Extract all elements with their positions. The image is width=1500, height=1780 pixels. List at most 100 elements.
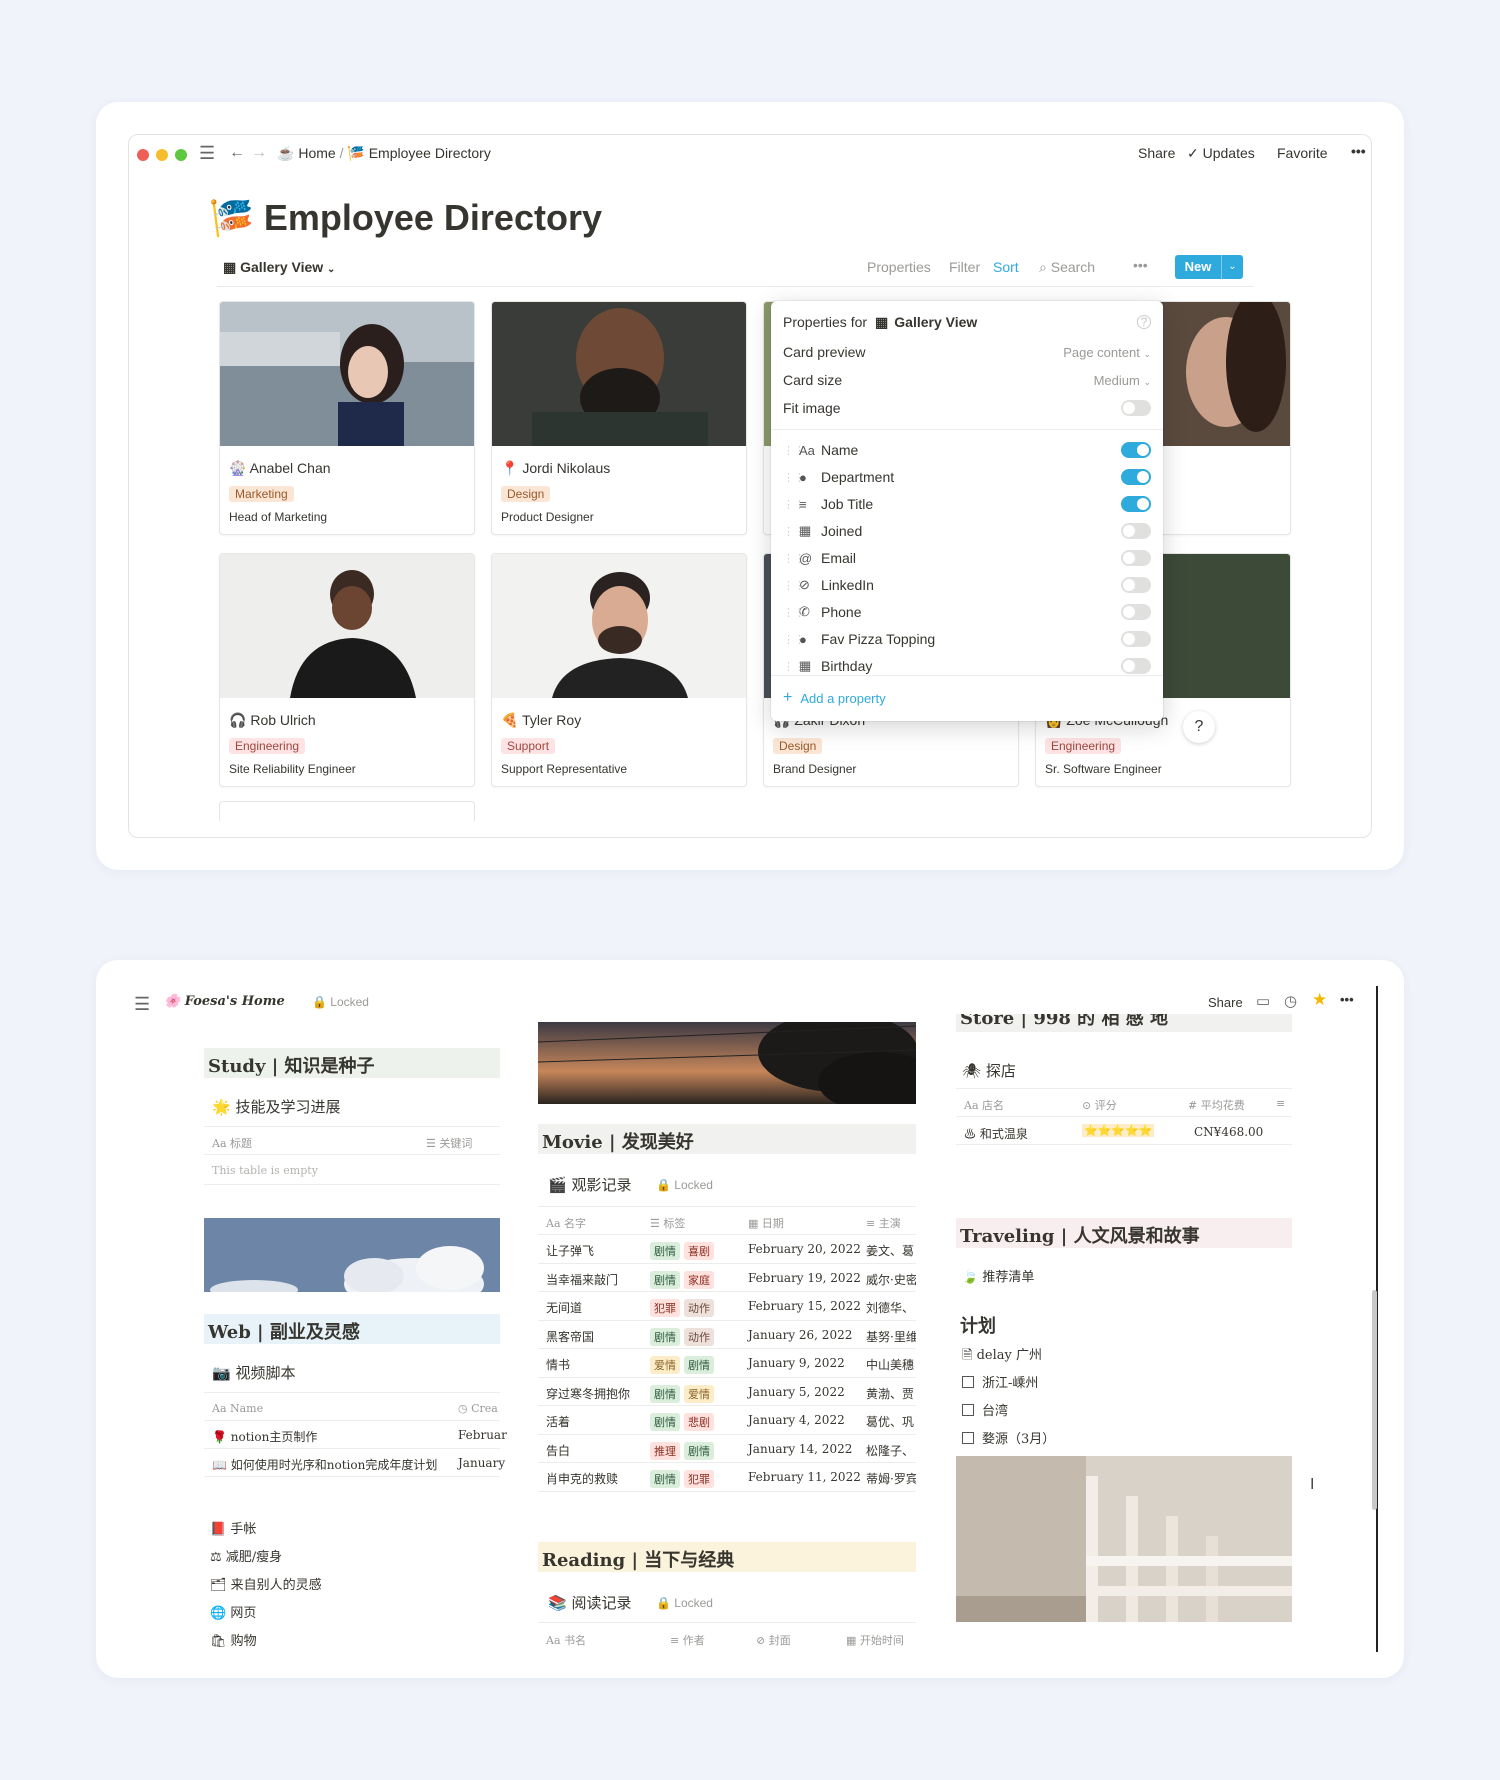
new-dropdown-chevron-icon[interactable]: ⌄ — [1221, 255, 1243, 279]
employee-card[interactable]: 🍕 Tyler Roy Support Support Representati… — [491, 553, 747, 787]
reading-col-title: Aa 书名 — [546, 1634, 586, 1647]
filter-button[interactable]: Filter — [949, 259, 980, 275]
property-visibility-toggle[interactable] — [1121, 442, 1151, 458]
property-visibility-toggle[interactable] — [1121, 631, 1151, 647]
menu-icon[interactable]: ☰ — [199, 143, 215, 164]
scrollbar[interactable] — [1372, 1290, 1377, 1510]
minimize-window-button[interactable] — [156, 149, 168, 161]
link-web[interactable]: 🌐 网页 — [210, 1602, 256, 1621]
link-shopping[interactable]: 🛍 购物 — [210, 1630, 257, 1649]
web-row-name[interactable]: 🌹 notion主页制作 — [212, 1428, 317, 1445]
drag-handle-icon[interactable]: ⋮⋮ — [783, 552, 805, 565]
link-notebook[interactable]: 📕 手帐 — [210, 1518, 256, 1537]
fit-image-row[interactable]: Fit image — [783, 395, 1151, 421]
plan-item-checkbox[interactable]: 浙江-嵊州 — [962, 1372, 1038, 1391]
maximize-window-button[interactable] — [175, 149, 187, 161]
property-visibility-toggle[interactable] — [1121, 469, 1151, 485]
employee-card[interactable]: 🎧 Rob Ulrich Engineering Site Reliabilit… — [219, 553, 475, 787]
movie-row-name[interactable]: 当幸福来敲门 — [546, 1271, 618, 1288]
employee-card[interactable]: 📍 Jordi Nikolaus Design Product Designer — [491, 301, 747, 535]
property-visibility-toggle[interactable] — [1121, 604, 1151, 620]
help-circle-icon[interactable]: ? — [1137, 315, 1151, 329]
card-size-row[interactable]: Card size Medium ⌄ — [783, 367, 1151, 393]
property-visibility-toggle[interactable] — [1121, 550, 1151, 566]
forward-arrow-icon[interactable]: → — [251, 144, 267, 162]
link-fitness[interactable]: ⚖ 减肥/瘦身 — [210, 1546, 282, 1565]
movie-row-name[interactable]: 情书 — [546, 1356, 570, 1373]
reading-database-title[interactable]: 📚 阅读记录 — [548, 1592, 631, 1613]
more-options-button[interactable]: ••• — [1340, 992, 1354, 1007]
checkbox-icon[interactable] — [962, 1432, 974, 1444]
property-visibility-toggle[interactable] — [1121, 523, 1151, 539]
property-row[interactable]: ⋮⋮ ⊘ LinkedIn — [783, 572, 1151, 598]
web-database-title[interactable]: 📷 视频脚本 — [212, 1362, 295, 1383]
drag-handle-icon[interactable]: ⋮⋮ — [783, 579, 805, 592]
plan-item-checkbox[interactable]: 婺源（3月） — [962, 1428, 1055, 1447]
drag-handle-icon[interactable]: ⋮⋮ — [783, 606, 805, 619]
favorite-star-icon[interactable]: ★ — [1312, 990, 1327, 1010]
updates-button[interactable]: ✓ Updates — [1187, 145, 1255, 162]
checkbox-icon[interactable] — [962, 1404, 974, 1416]
card-preview-dropdown[interactable]: Page content ⌄ — [1063, 345, 1151, 360]
property-visibility-toggle[interactable] — [1121, 577, 1151, 593]
drag-handle-icon[interactable]: ⋮⋮ — [783, 498, 805, 511]
drag-handle-icon[interactable]: ⋮⋮ — [783, 471, 805, 484]
back-arrow-icon[interactable]: ← — [229, 144, 245, 162]
breadcrumb-home[interactable]: Home — [298, 145, 335, 161]
comment-icon[interactable]: ▭ — [1256, 992, 1270, 1010]
property-row[interactable]: ⋮⋮ ● Fav Pizza Topping — [783, 626, 1151, 652]
favorite-button[interactable]: Favorite — [1277, 145, 1328, 161]
card-preview-row[interactable]: Card preview Page content ⌄ — [783, 339, 1151, 365]
add-property-button[interactable]: + Add a property — [783, 685, 1151, 711]
properties-button[interactable]: Properties — [867, 259, 931, 275]
store-row-name[interactable]: ♨ 和式温泉 — [964, 1125, 1028, 1142]
close-window-button[interactable] — [137, 149, 149, 161]
study-database-title[interactable]: 🌟 技能及学习进展 — [212, 1096, 340, 1117]
drag-handle-icon[interactable]: ⋮⋮ — [783, 525, 805, 538]
history-clock-icon[interactable]: ◷ — [1284, 992, 1297, 1010]
store-database-title[interactable]: 🕷 探店 — [962, 1060, 1016, 1081]
movie-database-title[interactable]: 🎬 观影记录 — [548, 1174, 631, 1195]
share-button[interactable]: Share — [1138, 145, 1175, 161]
search-button[interactable]: ⌕ Search — [1039, 259, 1095, 276]
drag-handle-icon[interactable]: ⋮⋮ — [783, 633, 805, 646]
property-row[interactable]: ⋮⋮ ▦ Joined — [783, 518, 1151, 544]
plan-item-page[interactable]: 🗎 delay 广州 — [962, 1344, 1042, 1368]
property-row[interactable]: ⋮⋮ ✆ Phone — [783, 599, 1151, 625]
gallery-view-switcher[interactable]: ▦ Gallery View ⌄ — [223, 259, 335, 276]
help-button[interactable]: ? — [1183, 711, 1215, 743]
web-row-name[interactable]: 📖 如何使用时光序和notion完成年度计划 — [212, 1456, 437, 1473]
table-divider — [538, 1462, 916, 1463]
movie-row-name[interactable]: 活着 — [546, 1413, 570, 1430]
property-row[interactable]: ⋮⋮ ≡ Job Title — [783, 491, 1151, 517]
movie-row-name[interactable]: 穿过寒冬拥抱你 — [546, 1385, 630, 1402]
drag-handle-icon[interactable]: ⋮⋮ — [783, 660, 805, 673]
property-visibility-toggle[interactable] — [1121, 658, 1151, 674]
card-size-dropdown[interactable]: Medium ⌄ — [1094, 373, 1151, 388]
movie-row-name[interactable]: 告白 — [546, 1442, 570, 1459]
plan-item-checkbox[interactable]: 台湾 — [962, 1400, 1008, 1419]
property-row[interactable]: ⋮⋮ ● Department — [783, 464, 1151, 490]
movie-row-name[interactable]: 肖申克的救赎 — [546, 1470, 618, 1487]
more-options-button[interactable]: ••• — [1351, 143, 1366, 159]
checkbox-icon[interactable] — [962, 1376, 974, 1388]
property-row[interactable]: ⋮⋮ @ Email — [783, 545, 1151, 571]
sort-button[interactable]: Sort — [993, 259, 1019, 275]
menu-icon[interactable]: ☰ — [134, 994, 150, 1015]
link-inspiration[interactable]: 🗂 来自别人的灵感 — [210, 1574, 322, 1593]
property-visibility-toggle[interactable] — [1121, 496, 1151, 512]
property-row[interactable]: ⋮⋮ Aa Name — [783, 437, 1151, 463]
fit-image-toggle[interactable] — [1121, 400, 1151, 416]
share-button[interactable]: Share — [1208, 995, 1243, 1010]
employee-card[interactable]: 🎡 Anabel Chan Marketing Head of Marketin… — [219, 301, 475, 535]
employee-card-partial[interactable] — [219, 801, 475, 821]
toolbar-more-button[interactable]: ••• — [1133, 257, 1148, 273]
movie-row-name[interactable]: 让子弹飞 — [546, 1242, 594, 1259]
drag-handle-icon[interactable]: ⋮⋮ — [783, 444, 805, 457]
breadcrumb-current[interactable]: Employee Directory — [369, 145, 491, 161]
new-button[interactable]: New — [1175, 255, 1221, 279]
traveling-database-title[interactable]: 🍃 推荐清单 — [962, 1266, 1034, 1285]
movie-row-name[interactable]: 无间道 — [546, 1299, 582, 1316]
movie-row-name[interactable]: 黑客帝国 — [546, 1328, 594, 1345]
home-title[interactable]: 🌸 Foesa's Home — [164, 994, 285, 1009]
